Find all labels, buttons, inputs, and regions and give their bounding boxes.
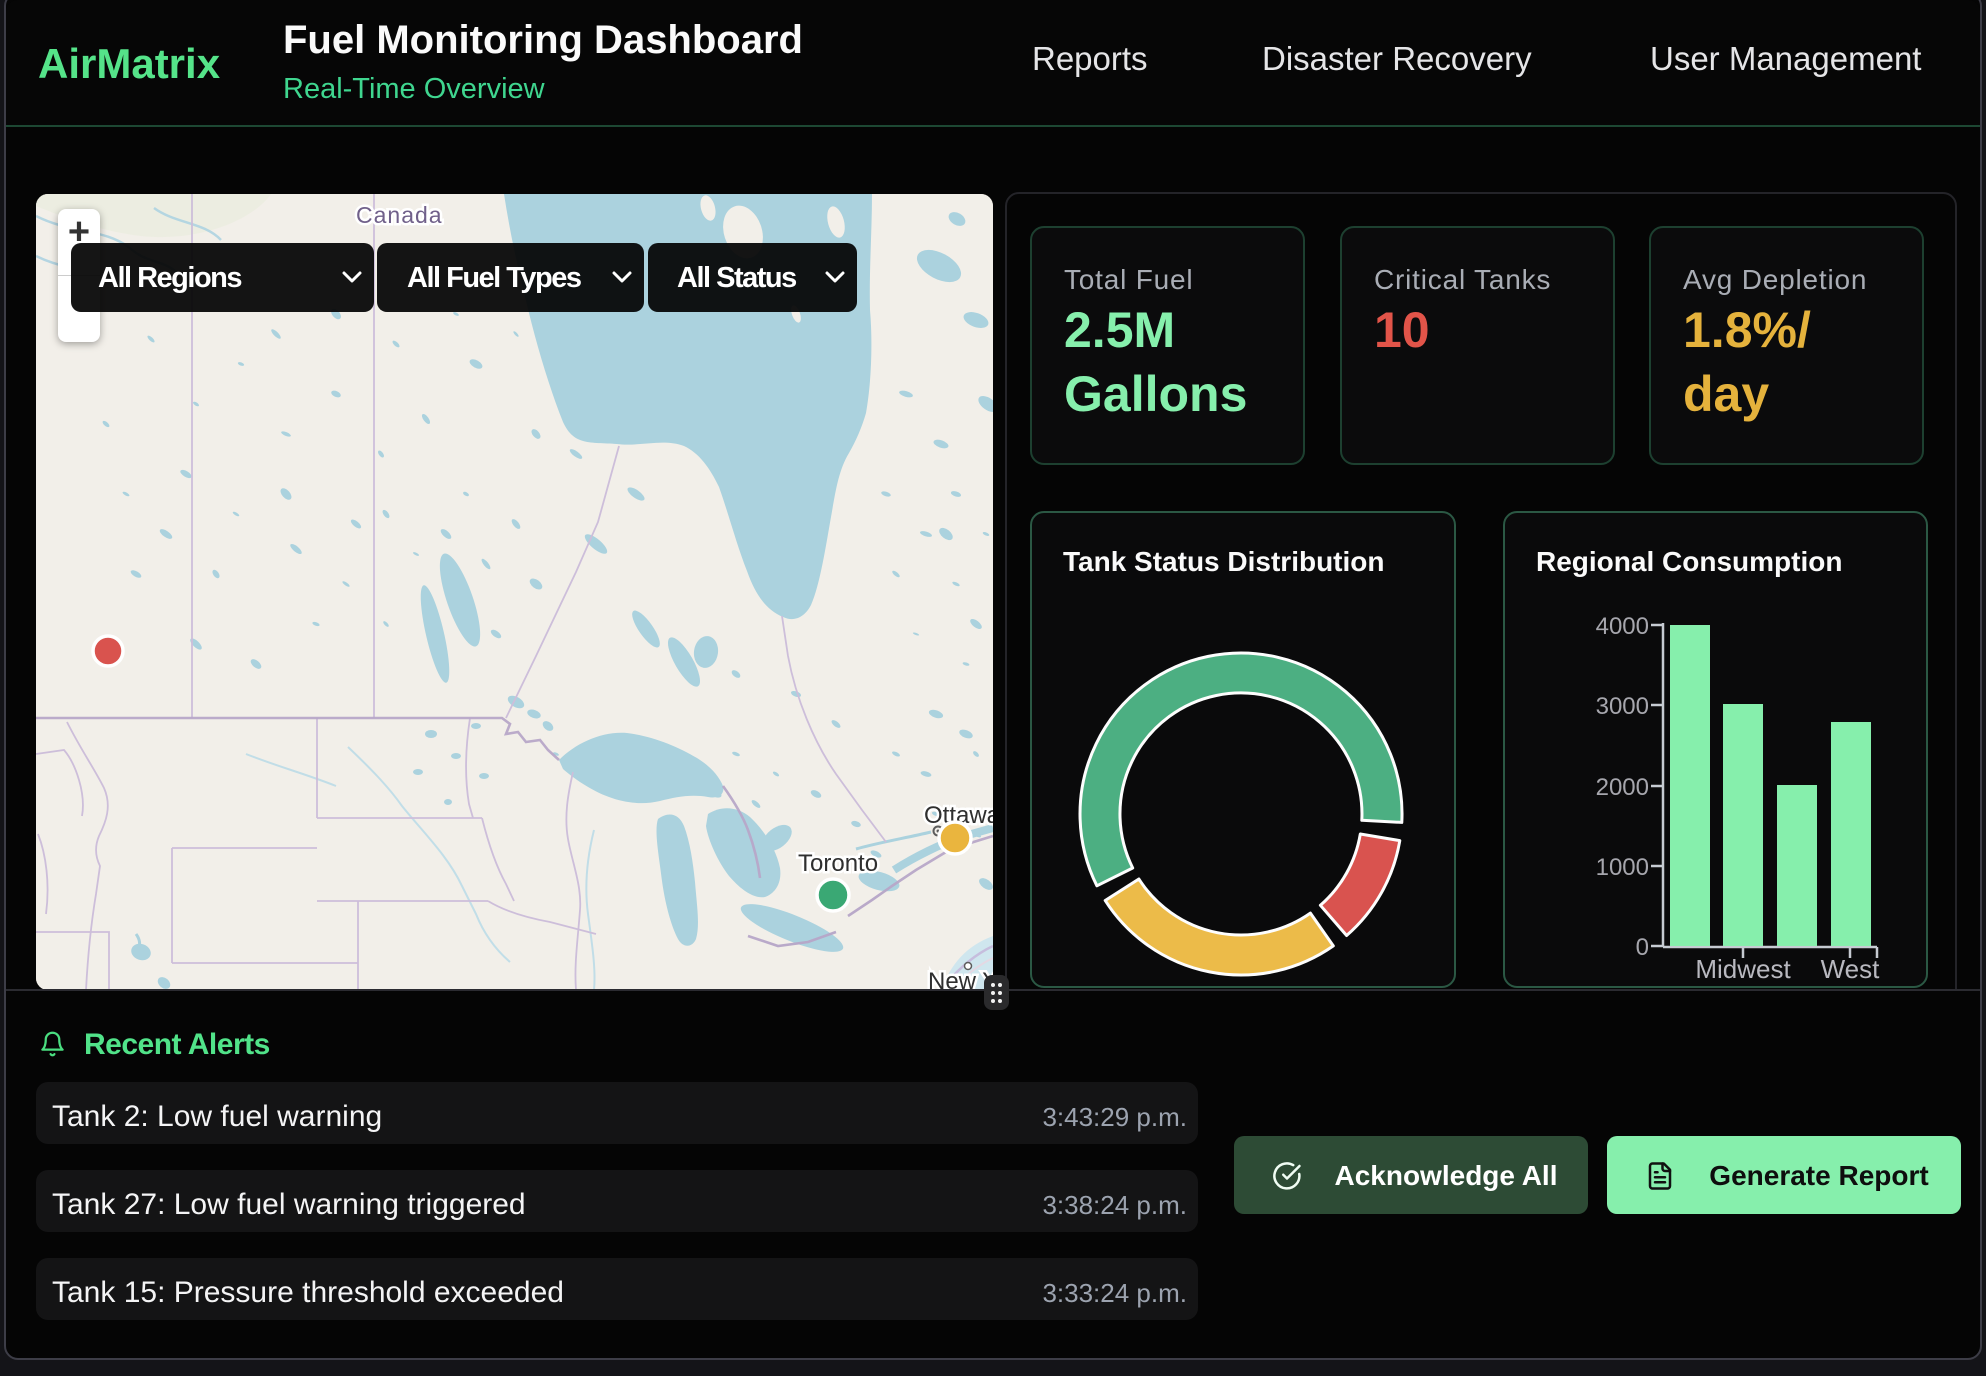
- svg-text:2000: 2000: [1596, 774, 1649, 801]
- svg-text:Midwest: Midwest: [1695, 954, 1791, 984]
- svg-text:4000: 4000: [1596, 613, 1649, 640]
- svg-text:West: West: [1821, 954, 1881, 984]
- svg-text:Canada: Canada: [356, 202, 443, 228]
- svg-text:1000: 1000: [1596, 854, 1649, 881]
- svg-text:3000: 3000: [1596, 693, 1649, 720]
- svg-text:0: 0: [1636, 934, 1649, 961]
- svg-text:Toronto: Toronto: [798, 850, 878, 877]
